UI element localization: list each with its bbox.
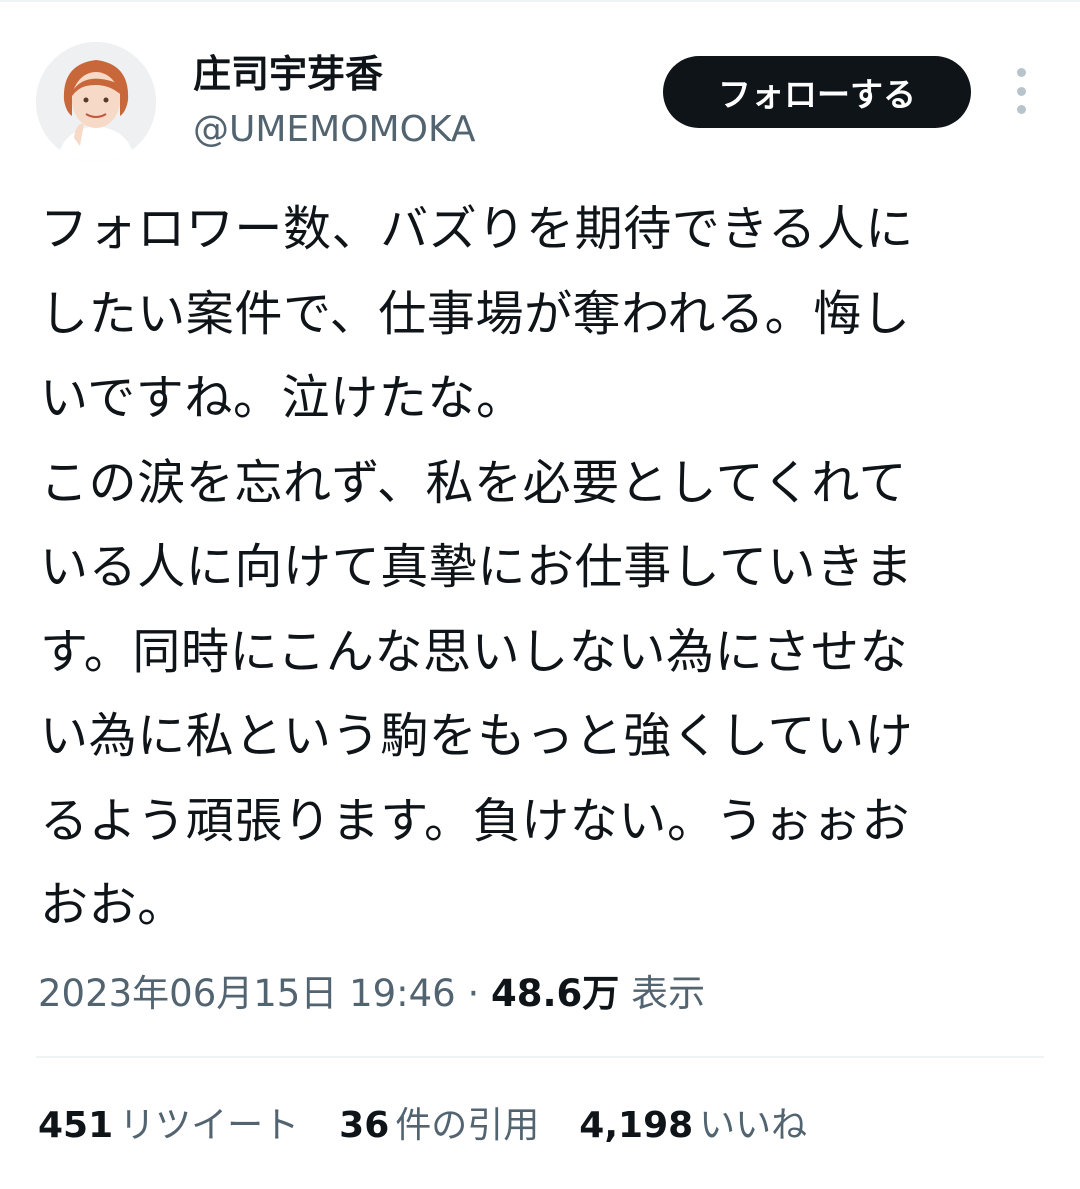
meta-separator: ·: [455, 972, 492, 1015]
tweet-meta: 2023年06月15日 19:46 · 48.6万 表示: [38, 968, 705, 1020]
avatar-image: [36, 42, 156, 162]
tweet-line: おお。: [40, 877, 186, 933]
views-label: 表示: [631, 972, 706, 1015]
likes-stat[interactable]: 4,198 いいね: [579, 1100, 807, 1152]
views-count[interactable]: 48.6万: [491, 972, 619, 1015]
divider: [36, 1056, 1044, 1058]
top-divider: [0, 0, 1080, 2]
retweets-count: 451: [38, 1105, 114, 1146]
display-name[interactable]: 庄司宇芽香: [193, 50, 383, 98]
more-dot-middle: [1016, 86, 1026, 96]
tweet-line: フォロワー数、バズりを期待できる人に: [40, 201, 914, 257]
avatar[interactable]: [36, 42, 156, 162]
quotes-stat[interactable]: 36 件の引用: [339, 1100, 539, 1152]
tweet-line: るよう頑張ります。負けない。うぉぉお: [40, 792, 911, 849]
retweets-label: リツイート: [119, 1105, 300, 1146]
likes-count: 4,198: [579, 1105, 694, 1146]
tweet-line: この涙を忘れず、私を必要としてくれて: [40, 454, 908, 511]
retweets-stat[interactable]: 451 リツイート: [38, 1100, 299, 1152]
tweet-line: したい案件で、仕事場が奪われる。悔し: [40, 285, 911, 342]
engagement-stats: 451 リツイート 36 件の引用 4,198 いいね: [38, 1100, 847, 1152]
follow-button[interactable]: フォローする: [663, 56, 971, 128]
tweet-line: い為に私という駒をもっと強くしていけ: [40, 708, 914, 764]
more-options-icon[interactable]: [1006, 68, 1036, 114]
likes-label: いいね: [699, 1105, 808, 1146]
tweet-line: いる人に向けて真摯にお仕事していきま: [40, 539, 914, 595]
user-handle[interactable]: @UMEMOMOKA: [193, 108, 476, 152]
quotes-count: 36: [339, 1105, 390, 1146]
timestamp[interactable]: 2023年06月15日 19:46: [38, 972, 456, 1015]
tweet-line: いですね。泣けたな。: [40, 370, 525, 426]
tweet-header: 庄司宇芽香 @UMEMOMOKA フォローする: [36, 42, 1044, 162]
more-dot-bottom: [1016, 105, 1026, 114]
more-dot-top: [1016, 68, 1026, 77]
tweet-text: フォロワー数、バズりを期待できる人に したい案件で、仕事場が奪われる。悔し いで…: [40, 187, 1030, 948]
quotes-label: 件の引用: [395, 1105, 540, 1146]
tweet-line: す。同時にこんな思いしない為にさせな: [40, 623, 909, 680]
